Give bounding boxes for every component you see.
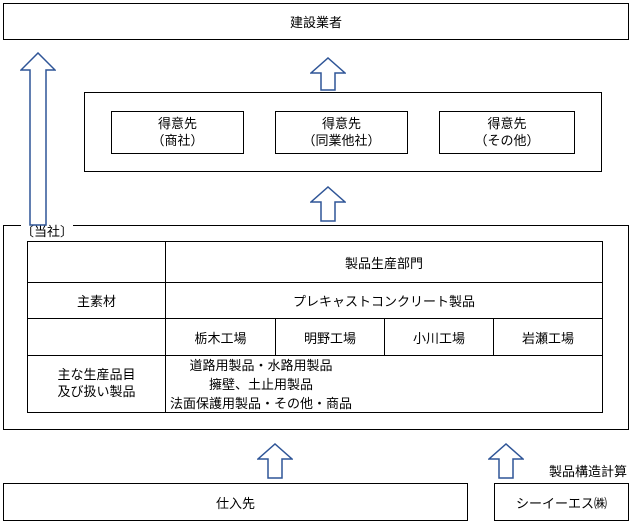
product-item: 道路用製品・水路用製品	[189, 359, 333, 374]
customer-type: （商社）	[151, 133, 204, 149]
factory-name: 栃木工場	[194, 331, 247, 347]
factory-name: 明野工場	[303, 331, 356, 347]
customer-label: 得意先	[487, 116, 527, 132]
up-arrow-icon	[257, 443, 293, 479]
products-label-line2: 及び扱い製品	[57, 385, 136, 400]
product-item: 法面保護用製品・その他・商品	[170, 397, 353, 412]
products-label-cell: 主な生産品目 及び扱い製品	[27, 355, 166, 413]
up-arrow-icon	[488, 443, 524, 479]
customer-type: （その他）	[474, 133, 540, 149]
company-label: 〔当社〕	[21, 225, 74, 241]
contractor-box: 建設業者	[3, 3, 629, 40]
supplier-box: 仕入先	[3, 483, 468, 521]
partner-label: シーイーエス㈱	[515, 496, 607, 512]
table-empty-cell	[27, 241, 166, 283]
factory-name: 岩瀬工場	[521, 331, 574, 347]
factory-tochigi: 栃木工場	[165, 318, 276, 356]
factory-akeno: 明野工場	[275, 318, 385, 356]
products-list: 道路用製品・水路用製品 擁壁、土止用製品 法面保護用製品・その他・商品	[170, 357, 352, 414]
main-material-value: プレキャストコンクリート製品	[292, 295, 475, 310]
factory-ogawa: 小川工場	[384, 318, 494, 356]
products-list-cell: 道路用製品・水路用製品 擁壁、土止用製品 法面保護用製品・その他・商品	[165, 355, 603, 413]
customer-label: 得意先	[321, 116, 361, 132]
customer-type: （同業他社）	[302, 133, 381, 149]
contractor-label: 建設業者	[289, 16, 342, 31]
factory-iwase: 岩瀬工場	[493, 318, 603, 356]
product-item: 擁壁、土止用製品	[209, 378, 314, 393]
customer-same-industry: 得意先 （同業他社）	[275, 111, 408, 154]
department-header: 製品生産部門	[344, 256, 423, 272]
table-empty-cell	[27, 318, 166, 356]
customer-label: 得意先	[157, 116, 197, 132]
up-arrow-icon	[310, 57, 346, 91]
customer-other: 得意先 （その他）	[439, 111, 575, 154]
customer-trading-company: 得意先 （商社）	[111, 111, 244, 154]
up-arrow-tall-icon	[20, 52, 56, 226]
supplier-label: 仕入先	[215, 496, 255, 512]
main-material-value-cell: プレキャストコンクリート製品	[165, 282, 603, 319]
products-label-line1: 主な生産品目	[57, 368, 136, 383]
factory-name: 小川工場	[412, 331, 465, 347]
department-header-cell: 製品生産部門	[165, 241, 603, 283]
partner-note: 製品構造計算	[549, 465, 628, 480]
main-material-label: 主素材	[76, 295, 116, 310]
up-arrow-icon	[310, 186, 346, 222]
main-material-label-cell: 主素材	[27, 282, 166, 319]
partner-box: シーイーエス㈱	[494, 483, 629, 521]
